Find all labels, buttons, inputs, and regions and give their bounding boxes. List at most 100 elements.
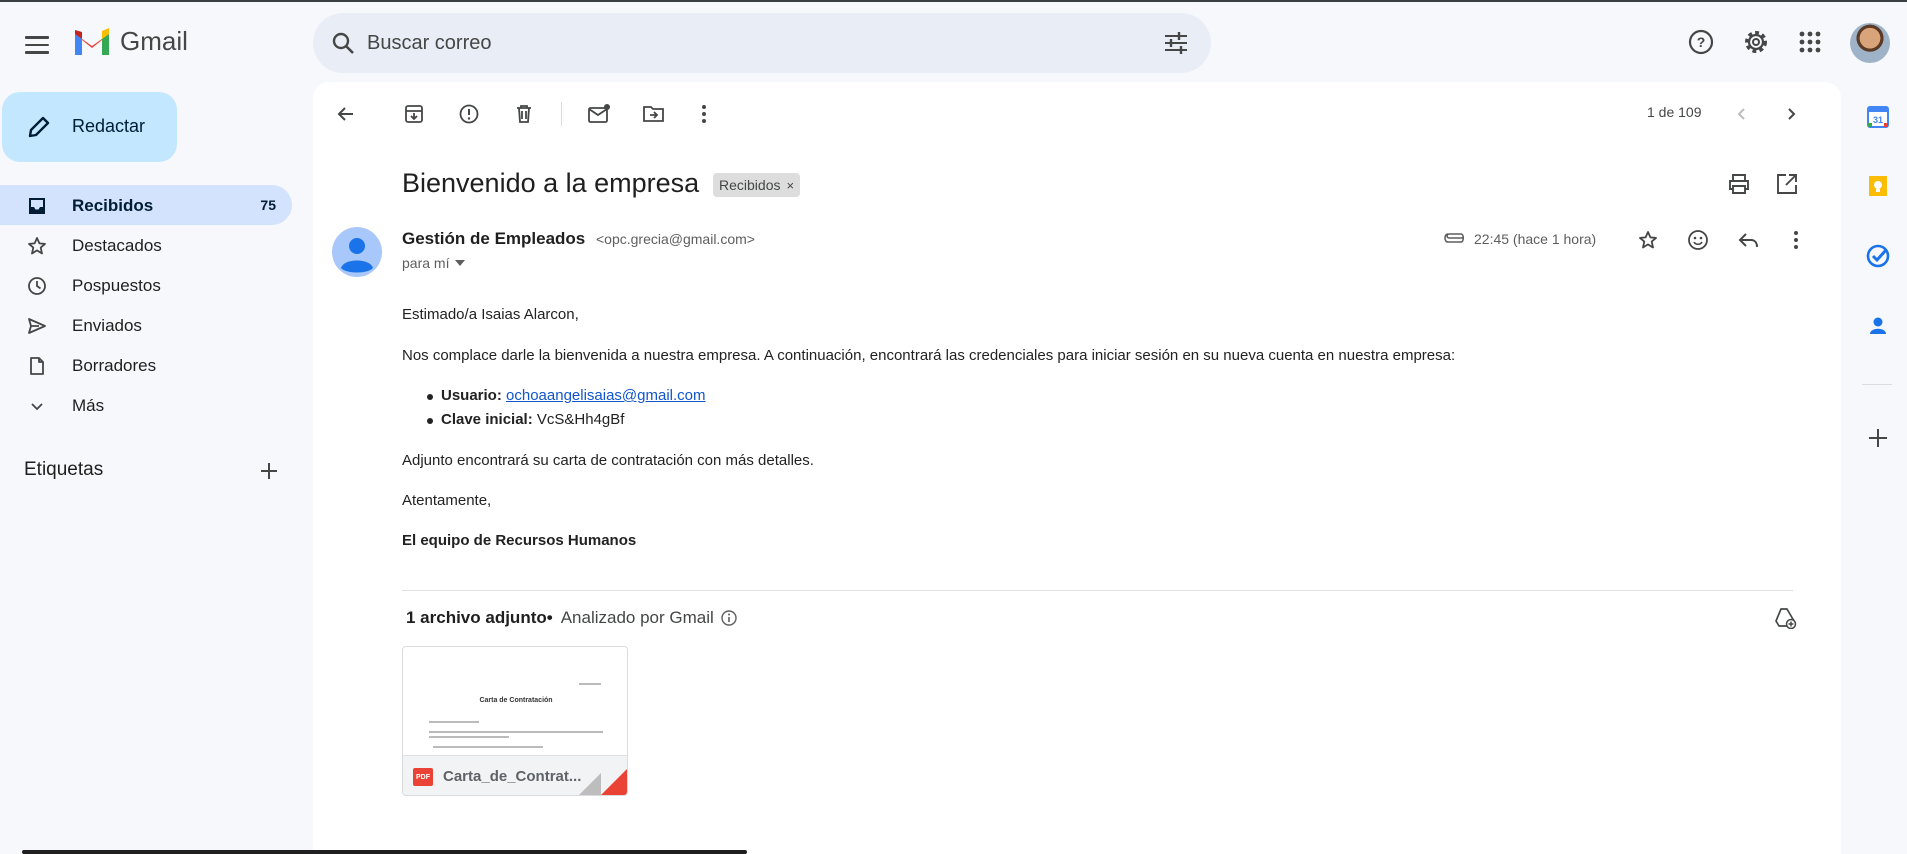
sidebar-item-inbox[interactable]: Recibidos 75 xyxy=(0,185,292,225)
toolbar-divider xyxy=(561,102,562,126)
apps-grid-icon[interactable] xyxy=(1792,24,1828,60)
list-item: Clave inicial: VcS&Hh4gBf xyxy=(427,411,706,435)
info-icon[interactable] xyxy=(720,609,738,627)
labels-title: Etiquetas xyxy=(24,459,104,480)
attachments-count: 1 archivo adjunto xyxy=(406,608,547,627)
attachments-separator: • xyxy=(546,608,553,627)
add-label-icon[interactable] xyxy=(256,458,282,484)
sidebar-item-starred[interactable]: Destacados xyxy=(0,225,292,265)
bottom-overlay-bar xyxy=(22,850,747,854)
side-panel-divider xyxy=(1862,384,1892,385)
preview-title: Carta de Contratación xyxy=(479,697,552,704)
add-to-drive-icon[interactable] xyxy=(1773,607,1797,629)
inbox-icon xyxy=(26,195,48,217)
greeting-text: Estimado/a Isaias Alarcon, xyxy=(402,306,579,323)
sidebar-nav: Recibidos 75 Destacados Pospuestos Envia… xyxy=(0,185,292,425)
gmail-logo[interactable]: Gmail xyxy=(72,26,188,57)
app-header: Gmail ? xyxy=(0,2,1907,82)
closing-text: Atentamente, xyxy=(402,492,492,509)
label-chip: Recibidos × xyxy=(713,173,801,197)
recipient-details-toggle[interactable]: para mí xyxy=(402,255,466,271)
main-menu-button[interactable] xyxy=(18,26,56,64)
draft-icon xyxy=(26,355,48,377)
svg-text:?: ? xyxy=(1697,34,1706,50)
pdf-corner-fold xyxy=(601,769,627,795)
search-options-icon[interactable] xyxy=(1163,31,1189,55)
intro-text: Nos complace darle la bienvenida a nuest… xyxy=(402,347,1456,364)
calendar-icon[interactable]: 31 xyxy=(1864,103,1892,131)
sidebar-item-snoozed[interactable]: Pospuestos xyxy=(0,265,292,305)
star-icon xyxy=(26,235,48,257)
sidebar-item-label: Recibidos xyxy=(72,196,154,215)
menu-line xyxy=(25,43,49,47)
compose-button[interactable]: Redactar xyxy=(2,92,177,162)
report-spam-icon[interactable] xyxy=(453,98,485,130)
gear-svg xyxy=(1745,31,1767,53)
open-new-window-icon[interactable] xyxy=(1775,172,1799,196)
user-email-link[interactable]: ochoaangelisaias@gmail.com xyxy=(506,387,706,404)
person-icon xyxy=(332,227,382,277)
attachment-preview: Carta de Contratación xyxy=(403,647,627,755)
message-time: 22:45 (hace 1 hora) xyxy=(1474,231,1597,247)
search-icon[interactable] xyxy=(331,31,355,55)
sender-avatar[interactable] xyxy=(332,227,382,277)
account-avatar[interactable] xyxy=(1850,23,1890,63)
sender-name[interactable]: Gestión de Empleados xyxy=(402,229,585,249)
attachment-file-name: Carta_de_Contrat... xyxy=(443,768,582,785)
search-input[interactable] xyxy=(367,13,1127,73)
contacts-icon[interactable] xyxy=(1864,312,1892,340)
clock-icon xyxy=(26,275,48,297)
attachment-card[interactable]: Carta de Contratación PDF Carta_de_Contr… xyxy=(402,646,628,796)
credentials-list: Usuario: ochoaangelisaias@gmail.com Clav… xyxy=(427,387,706,435)
trash-icon[interactable] xyxy=(508,98,540,130)
reply-icon[interactable] xyxy=(1733,225,1763,255)
older-chevron-icon[interactable] xyxy=(1775,98,1807,130)
get-addons-plus-icon[interactable] xyxy=(1864,424,1892,452)
sidebar-item-sent[interactable]: Enviados xyxy=(0,305,292,345)
sidebar-item-label: Más xyxy=(72,396,105,415)
archive-icon[interactable] xyxy=(398,98,430,130)
attachments-header: 1 archivo adjunto • Analizado por Gmail xyxy=(406,608,738,628)
pencil-icon xyxy=(28,116,50,138)
compose-label: Redactar xyxy=(72,116,146,136)
app-name: Gmail xyxy=(120,26,188,56)
svg-text:31: 31 xyxy=(1873,115,1883,125)
remove-label-icon[interactable]: × xyxy=(786,178,794,193)
help-svg: ? xyxy=(1688,29,1714,55)
tasks-icon[interactable] xyxy=(1864,242,1892,270)
sidebar-item-label: Borradores xyxy=(72,356,157,375)
help-icon[interactable]: ? xyxy=(1683,24,1719,60)
sender-email: <opc.grecia@gmail.com> xyxy=(596,231,755,247)
message-subject: Bienvenido a la empresa xyxy=(402,168,700,198)
menu-line xyxy=(25,36,49,39)
newer-chevron-icon[interactable] xyxy=(1726,98,1758,130)
emoji-reaction-icon[interactable] xyxy=(1683,225,1713,255)
attachment-note-text: Adjunto encontrará su carta de contratac… xyxy=(402,452,814,469)
menu-line xyxy=(25,51,49,54)
caret-down-icon xyxy=(455,260,466,266)
sidebar-item-more[interactable]: Más xyxy=(0,385,292,425)
back-arrow-icon[interactable] xyxy=(330,98,362,130)
more-vert-icon[interactable] xyxy=(688,98,720,130)
star-message-icon[interactable] xyxy=(1633,225,1663,255)
sidebar-item-drafts[interactable]: Borradores xyxy=(0,345,292,385)
document-thumbnail-svg: Carta de Contratación xyxy=(429,683,603,748)
sidebar-item-label: Destacados xyxy=(72,236,162,255)
pdf-icon: PDF xyxy=(413,768,433,786)
password-value: VcS&Hh4gBf xyxy=(536,411,625,428)
settings-gear-icon[interactable] xyxy=(1738,24,1774,60)
move-to-icon[interactable] xyxy=(638,98,670,130)
unread-count: 75 xyxy=(260,197,276,213)
search-bar[interactable] xyxy=(313,13,1211,73)
sidebar-item-label: Pospuestos xyxy=(72,276,161,295)
print-icon[interactable] xyxy=(1727,172,1751,196)
gmail-m-icon xyxy=(75,27,109,55)
grid-svg xyxy=(1799,31,1821,53)
mark-unread-icon[interactable] xyxy=(583,98,615,130)
message-more-icon[interactable] xyxy=(1781,225,1811,255)
sidebar-item-label: Enviados xyxy=(72,316,142,335)
label-chip-text: Recibidos xyxy=(719,177,781,193)
keep-icon[interactable] xyxy=(1864,172,1892,200)
send-icon xyxy=(26,315,48,337)
page-fold-shadow xyxy=(579,773,601,795)
